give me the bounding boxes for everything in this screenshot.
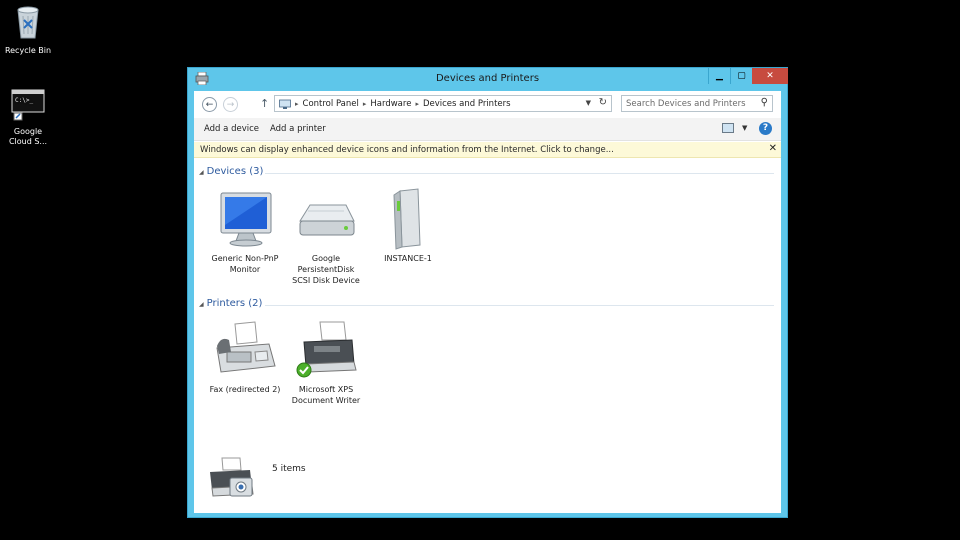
printer-label-line: Document Writer [291,396,361,405]
window-client-area: ← → ↑ ▸ Control Panel ▸ Hardware ▸ Devices … [194,91,781,513]
search-icon[interactable]: ⚲ [761,97,768,108]
item-count: 5 items [272,464,306,474]
forward-button[interactable]: → [223,97,238,112]
add-printer-button[interactable]: Add a printer [270,124,326,134]
desktop-icon-label: Recycle Bin [4,46,52,55]
device-label-line: Monitor [229,265,261,274]
info-bar-message[interactable]: Windows can display enhanced device icon… [200,145,614,155]
printer-item-xps[interactable]: Microsoft XPS Document Writer [286,318,366,406]
group-divider [265,305,774,306]
device-item-monitor[interactable]: Generic Non-PnP Monitor [205,187,285,275]
chevron-right-icon: ▸ [295,99,299,108]
fax-icon [211,318,279,382]
help-icon[interactable]: ? [759,122,772,135]
breadcrumb-label: Devices and Printers [422,98,511,109]
maximize-button[interactable]: ▢ [730,68,752,84]
info-bar[interactable]: Windows can display enhanced device icon… [194,142,781,158]
minimize-button[interactable]: ▁ [708,68,730,84]
chevron-right-icon: ▸ [415,99,419,108]
desktop-icon-recycle-bin[interactable]: Recycle Bin [2,4,54,56]
group-header-devices[interactable]: ◢ Devices (3) [199,166,774,178]
breadcrumb-label: Control Panel [302,98,359,109]
printer-icon [292,318,360,382]
close-button[interactable]: ✕ [752,68,788,84]
arrow-up-icon: ↑ [260,97,270,110]
printer-label-line: Microsoft XPS [298,385,354,394]
refresh-icon[interactable]: ↻ [599,97,607,108]
address-bar[interactable]: ▸ Control Panel ▸ Hardware ▸ Devices and Pr… [274,95,612,112]
breadcrumb-control-panel[interactable]: ▸ Control Panel [295,99,359,109]
arrow-right-icon: → [226,99,235,110]
devices-and-printers-window: Devices and Printers ▁ ▢ ✕ ← → ↑ ▸ Contro… [187,67,788,518]
change-view-icon[interactable] [722,123,734,133]
back-button[interactable]: ← [202,97,217,112]
device-label-line: Google [311,254,341,263]
navigation-bar: ← → ↑ ▸ Control Panel ▸ Hardware ▸ Devices … [194,91,781,117]
breadcrumb-devices-and-printers[interactable]: ▸ Devices and Printers [415,99,510,109]
command-bar: Add a device Add a printer ▼ ? [194,118,781,141]
desktop-icon-google-cloud-sdk[interactable]: C:\>_ Google Cloud S... [2,89,54,147]
title-bar[interactable]: Devices and Printers ▁ ▢ ✕ [188,68,788,90]
computer-tower-icon [374,187,442,251]
group-header-printers[interactable]: ◢ Printers (2) [199,298,774,310]
collapse-triangle-icon[interactable]: ◢ [199,169,204,176]
details-pane: 5 items [206,454,506,508]
recycle-bin-icon [2,4,54,43]
minimize-icon: ▁ [716,71,723,81]
desktop-icon-label: Google Cloud S... [8,127,48,146]
cloud-sdk-shell-icon: C:\>_ [2,89,54,124]
close-icon[interactable]: ✕ [769,143,777,154]
control-panel-icon [279,99,291,109]
arrow-left-icon: ← [205,99,214,110]
chevron-down-icon[interactable]: ▼ [586,99,591,107]
group-header-label: Devices (3) [206,166,264,177]
device-item-instance[interactable]: INSTANCE-1 [368,187,448,264]
maximize-icon: ▢ [737,71,746,81]
window-title: Devices and Printers [435,73,540,84]
disk-drive-icon [292,187,360,251]
device-label-line: INSTANCE-1 [384,254,432,263]
device-label-line: Generic Non-PnP [211,254,279,263]
device-label-line: PersistentDisk [297,265,355,274]
collapse-triangle-icon[interactable]: ◢ [199,301,204,308]
chevron-down-icon[interactable]: ▼ [742,124,747,132]
breadcrumb-hardware[interactable]: ▸ Hardware [363,99,412,109]
device-item-disk[interactable]: Google PersistentDisk SCSI Disk Device [286,187,366,286]
breadcrumb-label: Hardware [370,98,412,109]
chevron-right-icon: ▸ [362,99,367,108]
monitor-icon [211,187,279,251]
up-button[interactable]: ↑ [260,97,269,110]
printer-label-line: Fax (redirected 2) [209,385,281,394]
svg-text:C:\>_: C:\>_ [15,97,33,104]
device-label-line: SCSI Disk Device [292,276,360,285]
printer-item-fax[interactable]: Fax (redirected 2) [205,318,285,395]
search-placeholder: Search Devices and Printers [626,99,746,109]
add-device-button[interactable]: Add a device [204,124,259,134]
close-icon: ✕ [766,71,774,81]
devices-printers-icon [206,454,266,504]
group-divider [265,173,774,174]
search-input[interactable]: Search Devices and Printers ⚲ [621,95,773,112]
group-header-label: Printers (2) [206,298,263,309]
